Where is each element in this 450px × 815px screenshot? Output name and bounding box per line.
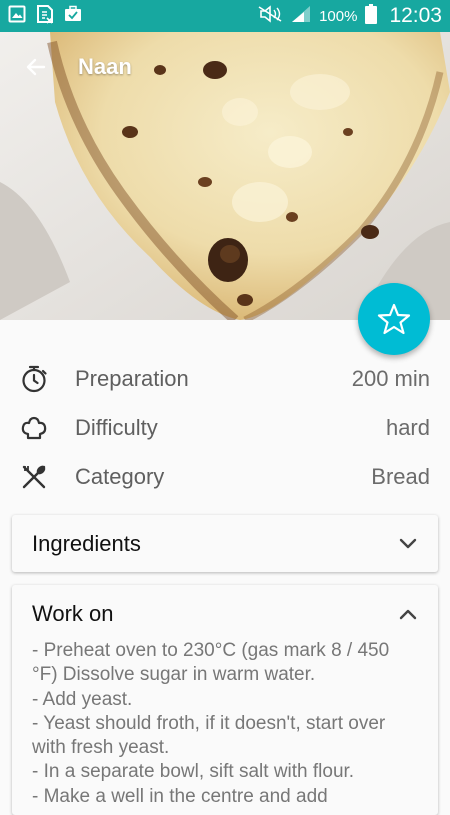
instructions-text: - Preheat oven to 230°C (gas mark 8 / 45… [12, 639, 438, 809]
back-button[interactable] [22, 53, 50, 81]
detail-label: Category [75, 463, 165, 489]
ingredients-toggle[interactable]: Ingredients [12, 515, 438, 572]
recipe-details: Preparation 200 min Difficulty hard Cate… [0, 354, 450, 501]
gallery-icon [8, 5, 26, 28]
card-title: Ingredients [32, 530, 141, 556]
favorite-button[interactable] [358, 283, 430, 355]
detail-value: hard [385, 414, 430, 440]
battery-icon [365, 4, 378, 28]
status-bar: 100% 12:03 [0, 0, 450, 32]
detail-value: Bread [371, 463, 430, 489]
notification-icons [8, 4, 82, 29]
chevron-down-icon [398, 534, 418, 554]
battery-percent: 100% [319, 7, 358, 25]
card-title: Work on [32, 600, 114, 626]
briefcase-icon [64, 5, 82, 28]
arrow-left-icon [26, 58, 46, 76]
instruction-step: - Make a well in the centre and add [32, 785, 328, 807]
detail-value: 200 min [351, 365, 430, 391]
app-toolbar: Naan [0, 32, 450, 102]
detail-row-preparation: Preparation 200 min [0, 354, 450, 403]
work-on-card: Work on - Preheat oven to 230°C (gas mar… [12, 585, 438, 815]
timer-icon [20, 365, 48, 393]
star-outline-icon [377, 303, 411, 335]
work-on-toggle[interactable]: Work on [12, 585, 438, 642]
ingredients-card: Ingredients [12, 515, 438, 572]
sim-icon [36, 4, 54, 29]
instruction-step: - Add yeast. [32, 688, 133, 710]
instruction-step: - In a separate bowl, sift salt with flo… [32, 761, 355, 783]
detail-row-difficulty: Difficulty hard [0, 403, 450, 452]
signal-icon [291, 5, 311, 27]
chevron-up-icon [398, 604, 418, 624]
page-title: Naan [78, 54, 132, 79]
clock: 12:03 [389, 4, 442, 27]
detail-label: Preparation [75, 365, 189, 391]
chef-hat-icon [20, 414, 48, 442]
utensils-icon [20, 463, 48, 491]
mute-icon [257, 5, 283, 27]
detail-row-category: Category Bread [0, 452, 450, 501]
instruction-step: - Preheat oven to 230°C (gas mark 8 / 45… [32, 640, 390, 686]
detail-label: Difficulty [75, 414, 158, 440]
instruction-step: - Yeast should froth, if it doesn't, sta… [32, 712, 386, 759]
